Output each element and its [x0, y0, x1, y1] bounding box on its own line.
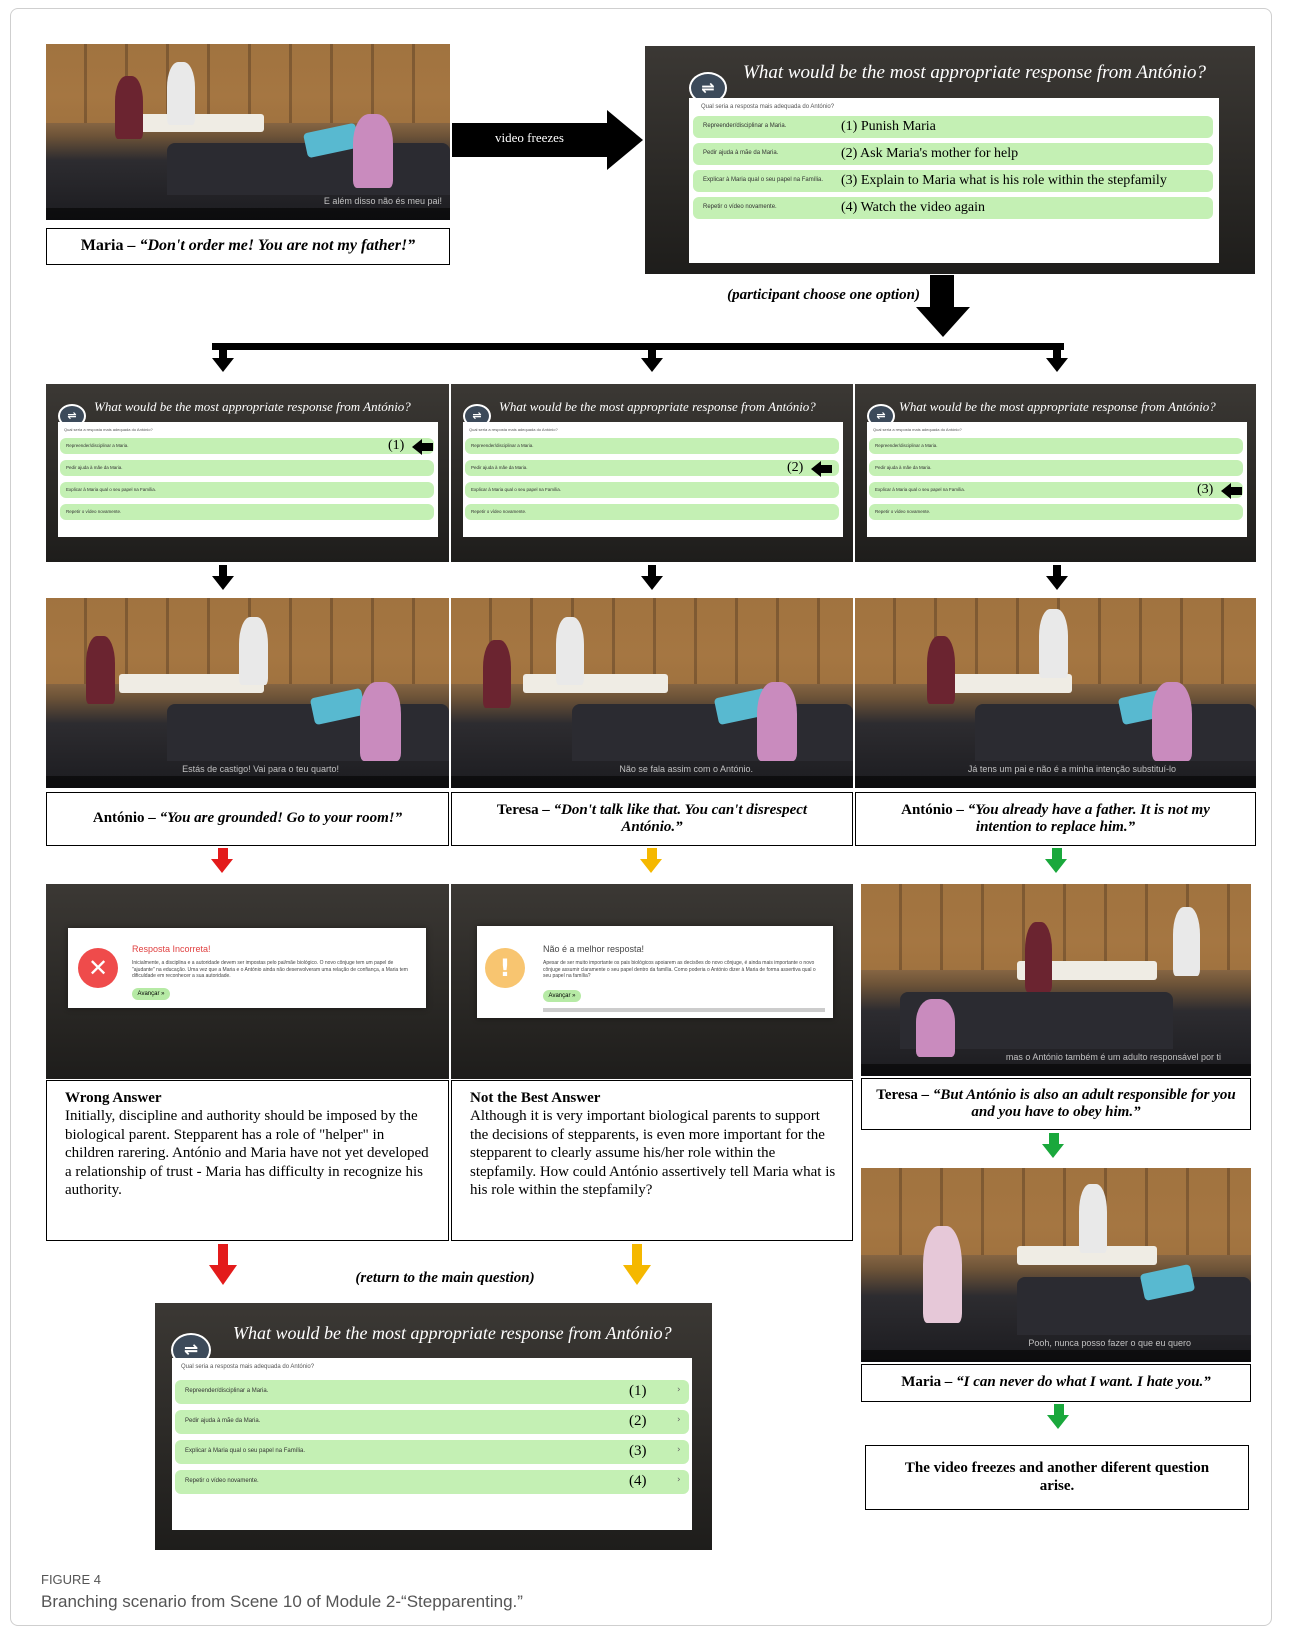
not-best-answer-box: Not the Best Answer Although it is very … [451, 1080, 853, 1241]
caption-antonio-2: António – “You already have a father. It… [855, 792, 1256, 846]
wrong-feedback-panel: ✕ Resposta Incorreta! Inicialmente, a di… [46, 884, 449, 1079]
chevron-right-icon: › [677, 1385, 681, 1395]
arrow-down [641, 576, 663, 590]
video-subtitle: Pooh, nunca posso fazer o que eu quero [1028, 1338, 1191, 1348]
video-frame-antonio: Estás de castigo! Vai para o teu quarto! [46, 598, 449, 788]
video-freezes-arrowhead [607, 110, 643, 170]
question-panel-choice-2: ⇌ What would be the most appropriate res… [451, 384, 853, 562]
advance-button[interactable]: Avançar » [132, 988, 170, 1000]
question-panel-choice-3: ⇌ What would be the most appropriate res… [855, 384, 1256, 562]
video-frame-maria-2: Pooh, nunca posso fazer o que eu quero [861, 1168, 1251, 1362]
arrow-red [211, 859, 233, 873]
arrow-red [209, 1265, 237, 1285]
arrow-green [1045, 859, 1067, 873]
option-en-2: (2) Ask Maria's mother for help [841, 146, 1019, 161]
return-question-panel: ⇌ What would be the most appropriate res… [155, 1303, 712, 1550]
branch-arrow-2 [641, 358, 663, 372]
selected-number: (3) [1197, 482, 1214, 497]
option-en-4: (4) Watch the video again [841, 200, 986, 215]
figure-label: FIGURE 4 [41, 1572, 101, 1587]
video-subtitle: Estás de castigo! Vai para o teu quarto! [182, 764, 339, 774]
arrow-yellow [640, 859, 662, 873]
caption-maria-2: Maria – “I can never do what I want. I h… [861, 1364, 1251, 1402]
question-panel-choice-1: ⇌ What would be the most appropriate res… [46, 384, 449, 562]
branch-arrow-3 [1046, 358, 1068, 372]
video-subtitle: Já tens um pai e não é a minha intenção … [967, 764, 1176, 774]
video-freezes-label: video freezes [495, 130, 564, 145]
video-frame-antonio-2: Já tens um pai e não é a minha intenção … [855, 598, 1256, 788]
video-subtitle: mas o António também é um adulto respons… [1005, 1052, 1221, 1062]
branch-bar [212, 343, 1064, 350]
arrow-green [1047, 1415, 1069, 1429]
return-label: (return to the main question) [355, 1270, 535, 1286]
choose-arrow-head [916, 307, 970, 337]
selected-number: (1) [388, 438, 405, 453]
caption-teresa-2: Teresa – “But António is also an adult r… [861, 1078, 1251, 1130]
advance-button[interactable]: Avançar » [543, 990, 581, 1002]
caption-antonio-1: António – “You are grounded! Go to your … [46, 792, 449, 846]
branch-stem-1 [219, 343, 227, 359]
main-question-panel: ⇌ What would be the most appropriate res… [645, 46, 1255, 274]
branch-arrow-1 [212, 358, 234, 372]
arrow-green [1042, 1144, 1064, 1158]
option-en-1: (1) Punish Maria [841, 119, 936, 134]
participant-choose-label: (participant choose one option) [727, 287, 920, 303]
wrong-answer-box: Wrong Answer Initially, discipline and a… [46, 1080, 449, 1241]
video-subtitle: Não se fala assim com o António. [619, 764, 753, 774]
caption-maria-1: Maria – “Don't order me! You are not my … [46, 228, 450, 265]
question-title: What would be the most appropriate respo… [743, 62, 1207, 83]
selected-number: (2) [787, 460, 804, 475]
option-en-3: (3) Explain to Maria what is his role wi… [841, 173, 1167, 188]
video-subtitle: E além disso não és meu pai! [323, 196, 442, 206]
error-x-icon: ✕ [78, 948, 118, 988]
final-box: The video freezes and another diferent q… [865, 1445, 1249, 1510]
scrollbar[interactable] [543, 1008, 825, 1012]
warning-icon: ! [485, 948, 525, 988]
chevron-right-icon: › [677, 1445, 681, 1455]
caption-teresa-1: Teresa – “Don't talk like that. You can'… [451, 792, 853, 846]
chevron-right-icon: › [677, 1475, 681, 1485]
video-frame-maria: E além disso não és meu pai! [46, 44, 450, 220]
video-frame-teresa: Não se fala assim com o António. [451, 598, 853, 788]
best-feedback-panel: ! Não é a melhor resposta! Apesar de ser… [451, 884, 853, 1079]
arrow-down [1046, 576, 1068, 590]
arrow-yellow [623, 1265, 651, 1285]
video-frame-teresa-2: mas o António também é um adulto respons… [861, 884, 1251, 1076]
choose-arrow-stem [930, 275, 954, 309]
chevron-right-icon: › [677, 1415, 681, 1425]
figure-caption: Branching scenario from Scene 10 of Modu… [41, 1592, 523, 1611]
branch-stem-3 [1053, 343, 1061, 359]
arrow-down [212, 576, 234, 590]
branch-stem-2 [648, 343, 656, 359]
